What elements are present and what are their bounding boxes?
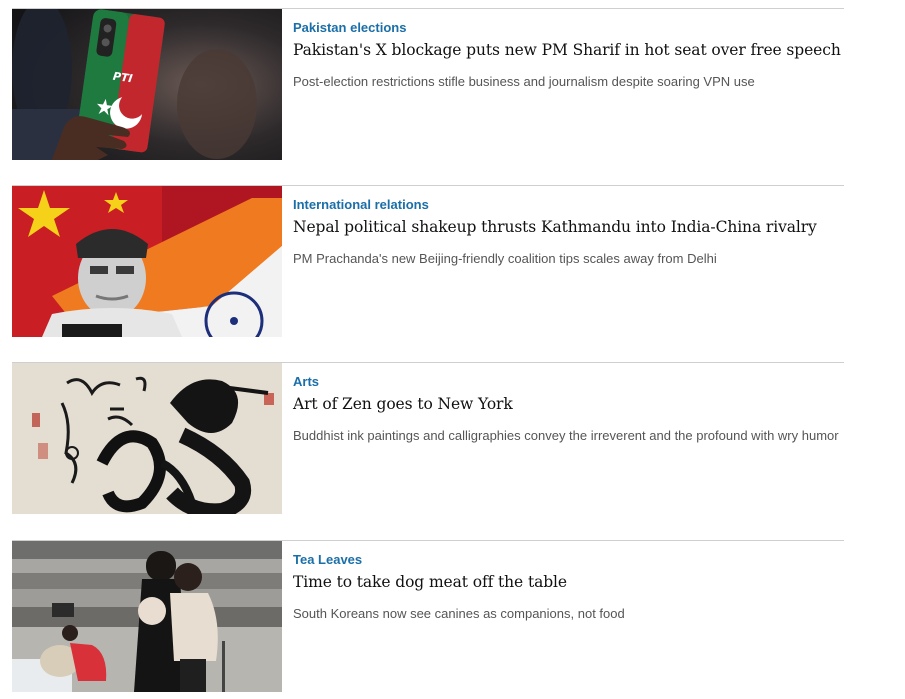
headline-link[interactable]: Pakistan's X blockage puts new PM Sharif…: [293, 41, 841, 59]
article-summary: PM Prachanda's new Beijing-friendly coal…: [293, 251, 717, 266]
article-item: Tea Leaves Time to take dog meat off the…: [12, 540, 844, 692]
phone-raised-photo: PTI: [12, 9, 282, 160]
article-item: Arts Art of Zen goes to New York Buddhis…: [12, 362, 844, 514]
category-link[interactable]: Tea Leaves: [293, 552, 362, 567]
headline-link[interactable]: Time to take dog meat off the table: [293, 573, 567, 591]
article-thumbnail[interactable]: PTI: [12, 9, 282, 160]
women-with-dog-photo: [12, 541, 282, 692]
article-item: PTI Pakistan elections Pakistan's X bloc…: [12, 8, 844, 160]
article-summary: South Koreans now see canines as compani…: [293, 606, 625, 621]
article-list: PTI Pakistan elections Pakistan's X bloc…: [0, 0, 905, 699]
article-summary: Post-election restrictions stifle busine…: [293, 74, 755, 89]
article-summary: Buddhist ink paintings and calligraphies…: [293, 428, 839, 443]
category-link[interactable]: Arts: [293, 374, 319, 389]
category-link[interactable]: International relations: [293, 197, 429, 212]
article-thumbnail[interactable]: [12, 541, 282, 692]
category-link[interactable]: Pakistan elections: [293, 20, 406, 35]
headline-link[interactable]: Art of Zen goes to New York: [293, 395, 513, 413]
article-thumbnail[interactable]: [12, 363, 282, 514]
article-thumbnail[interactable]: [12, 186, 282, 337]
article-item: International relations Nepal political …: [12, 185, 844, 337]
zen-ink-painting: [12, 363, 282, 514]
headline-link[interactable]: Nepal political shakeup thrusts Kathmand…: [293, 218, 817, 236]
politician-flags-illustration: [12, 186, 282, 337]
phone-logo-text: PTI: [112, 70, 133, 86]
